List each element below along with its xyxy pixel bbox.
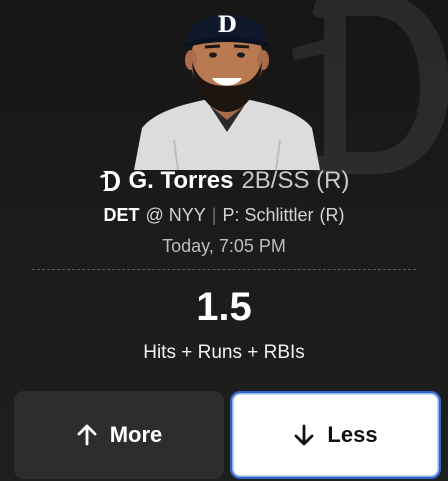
stat-type: Hits + Runs + RBIs [143,342,305,363]
opponent: @ NYY [145,205,206,225]
less-label: Less [327,422,378,447]
matchup-info: DET @ NYY | P: Schlittler (R) [0,203,448,227]
svg-text:D: D [217,12,236,38]
arrow-down-icon [295,424,314,446]
separator: | [211,205,217,225]
game-time: Today, 7:05 PM [162,236,286,256]
more-label: More [109,422,163,447]
less-button[interactable]: Less [230,391,441,479]
arrow-up-icon [77,424,97,446]
player-name[interactable]: G. Torres [129,166,234,196]
player-headshot: D [134,12,320,170]
projection-line: 1.5 [196,285,252,329]
dashed-divider [32,269,416,270]
more-button[interactable]: More [14,391,224,479]
projection-card: D G. Torres 2B/SS (R) DET @ NYY | P: Sch… [0,0,448,481]
team-abbreviation: DET [103,205,140,225]
player-header: G. Torres 2B/SS (R) [0,166,448,196]
player-position: 2B/SS (R) [241,167,350,194]
opposing-pitcher: P: Schlittler [222,205,314,225]
pitcher-hand: (R) [319,205,345,225]
tigers-d-logo-icon [99,171,120,191]
